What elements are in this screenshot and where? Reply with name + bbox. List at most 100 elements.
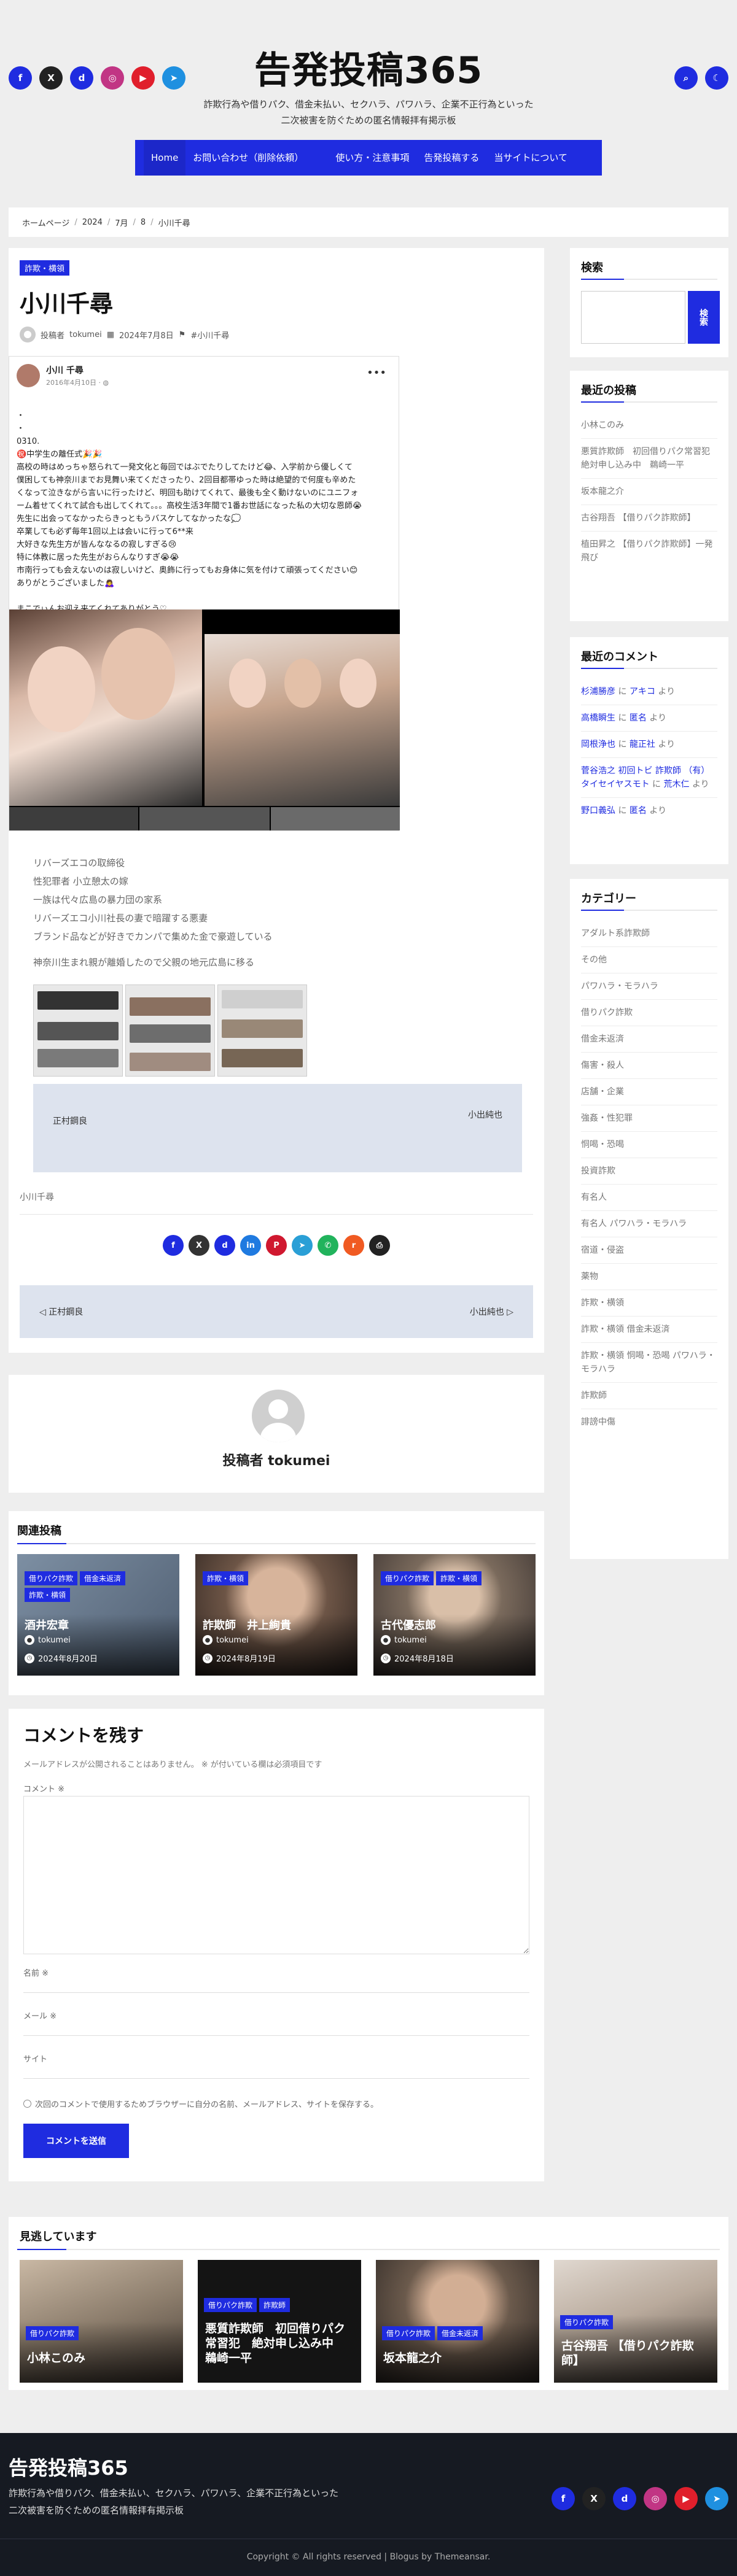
comment-post-link[interactable]: 匿名 [630, 806, 647, 816]
related-post-title[interactable]: 酒井宏章 [25, 1617, 69, 1633]
site-field[interactable] [23, 2078, 529, 2079]
missed-post-title[interactable]: 悪質詐欺師 初回借りパク常習犯 絶対申し込み中 鵜崎一平 [205, 2321, 353, 2365]
next-post-link[interactable]: 小出純也 [468, 1110, 502, 1120]
category-link[interactable]: 傷害・殺人 [581, 1053, 717, 1079]
facebook-share-icon[interactable]: f [163, 1235, 184, 1256]
submit-comment-button[interactable]: コメントを送信 [23, 2124, 129, 2158]
nav-item-about[interactable]: 当サイトについて [486, 140, 575, 176]
comment-author-link[interactable]: 杉浦勝彦 [581, 687, 615, 697]
category-link[interactable]: 詐欺師 [581, 1383, 717, 1409]
prev-post-link[interactable]: 正村鋼良 [53, 1116, 87, 1126]
related-post-card[interactable]: 借りパク詐欺 借金未返済 詐欺・横領 酒井宏章 ● tokumei ◷ 2024年8… [17, 1554, 179, 1676]
discord-icon[interactable]: d [613, 2487, 636, 2510]
post-tag-link[interactable]: #小川千尋 [190, 329, 229, 341]
breadcrumb-year[interactable]: 2024 [82, 218, 103, 227]
related-post-author[interactable]: tokumei [38, 1636, 71, 1645]
site-title[interactable]: 告発投稿365 [0, 41, 737, 94]
category-link[interactable]: 宿道・侵盗 [581, 1237, 717, 1264]
recent-post-link[interactable]: 悪質詐欺師 初回借りパク常習犯 絶対申し込み中 鵜崎一平 [581, 439, 719, 479]
related-post-tag[interactable]: 詐欺・横領 [25, 1588, 71, 1602]
reddit-share-icon[interactable]: r [343, 1235, 364, 1256]
category-link[interactable]: 店舗・企業 [581, 1079, 717, 1105]
related-post-card[interactable]: 借りパク詐欺 詐欺・横領 古代優志郎 ● tokumei ◷ 2024年8月18日 [373, 1554, 536, 1676]
missed-post-tag[interactable]: 借りパク詐欺 [204, 2298, 257, 2312]
related-post-title[interactable]: 詐欺師 井上絢貴 [203, 1617, 291, 1633]
footer-title[interactable]: 告発投稿365 [9, 2453, 128, 2481]
comment-author-link[interactable]: 高橋瞬生 [581, 713, 615, 723]
missed-post-tag[interactable]: 借りパク詐欺 [26, 2326, 79, 2340]
category-link[interactable]: 誹謗中傷 [581, 1409, 717, 1435]
author-box-name[interactable]: 投稿者 tokumei [9, 1450, 544, 1469]
breadcrumb-month[interactable]: 7月 [115, 217, 128, 228]
related-post-tag[interactable]: 詐欺・横領 [436, 1571, 482, 1585]
related-post-tag[interactable]: 借りパク詐欺 [381, 1571, 434, 1585]
facebook-icon[interactable]: f [552, 2487, 575, 2510]
related-post-card[interactable]: 詐欺・横領 詐欺師 井上絢貴 ● tokumei ◷ 2024年8月19日 [195, 1554, 357, 1676]
missed-post-card[interactable]: 借りパク詐欺 詐欺師 悪質詐欺師 初回借りパク常習犯 絶対申し込み中 鵜崎一平 [198, 2260, 361, 2383]
missed-post-title[interactable]: 小林このみ [27, 2351, 85, 2365]
post-date[interactable]: 2024年7月8日 [119, 329, 174, 341]
related-post-title[interactable]: 古代優志郎 [381, 1617, 436, 1633]
breadcrumb-home[interactable]: ホームページ [22, 217, 69, 228]
related-post-date[interactable]: 2024年8月18日 [394, 1652, 454, 1664]
category-link[interactable]: 詐欺・横領 恫喝・恐喝 パワハラ・モラハラ [581, 1343, 717, 1383]
post-category-tag[interactable]: 詐欺・横領 [20, 260, 70, 276]
missed-post-tag[interactable]: 借金未返済 [437, 2326, 483, 2340]
comment-textarea[interactable] [23, 1796, 529, 1954]
related-post-author[interactable]: tokumei [394, 1636, 427, 1645]
category-link[interactable]: 借金未返済 [581, 1026, 717, 1053]
name-field[interactable] [23, 1992, 529, 1993]
telegram-share-icon[interactable]: ➤ [292, 1235, 313, 1256]
category-link[interactable]: 投資詐欺 [581, 1158, 717, 1185]
category-link[interactable]: 恫喝・恐喝 [581, 1132, 717, 1158]
related-post-author[interactable]: tokumei [216, 1636, 249, 1645]
category-link[interactable]: パワハラ・モラハラ [581, 973, 717, 1000]
comment-author-link[interactable]: 野口義弘 [581, 806, 615, 816]
dark-mode-toggle-icon[interactable]: ☾ [705, 66, 728, 90]
comment-post-link[interactable]: アキコ [630, 687, 655, 697]
category-link[interactable]: その他 [581, 947, 717, 973]
recent-post-link[interactable]: 植田昇之 【借りパク詐欺師】一発飛び [581, 532, 717, 571]
instagram-icon[interactable]: ◎ [644, 2487, 667, 2510]
save-info-checkbox[interactable] [23, 2100, 31, 2108]
category-link[interactable]: 借りパク詐欺 [581, 1000, 717, 1026]
nav-item-home[interactable]: Home [144, 140, 186, 176]
related-post-tag[interactable]: 詐欺・横領 [203, 1571, 249, 1585]
x-share-icon[interactable]: X [189, 1235, 209, 1256]
nav-item-submit[interactable]: 告発投稿する [416, 140, 486, 176]
x-icon[interactable]: X [582, 2487, 606, 2510]
related-post-date[interactable]: 2024年8月20日 [38, 1652, 98, 1664]
discord-share-icon[interactable]: d [214, 1235, 235, 1256]
comment-post-link[interactable]: 荒木仁 [664, 779, 690, 789]
recent-post-link[interactable]: 坂本龍之介 [581, 479, 717, 505]
youtube-icon[interactable]: ▶ [674, 2487, 698, 2510]
missed-post-card[interactable]: 借りパク詐欺 古谷翔吾 【借りパク詐欺師】 [554, 2260, 717, 2383]
category-link[interactable]: アダルト系詐欺師 [581, 921, 717, 947]
related-post-tag[interactable]: 借りパク詐欺 [25, 1571, 78, 1585]
search-input[interactable] [581, 291, 685, 344]
category-link[interactable]: 詐欺・横領 借金未返済 [581, 1317, 717, 1343]
comment-author-link[interactable]: 菅谷浩之 初回トビ 詐欺師 （有）タイセイヤスモト [581, 766, 709, 789]
recent-post-link[interactable]: 小林このみ [581, 412, 717, 439]
related-post-date[interactable]: 2024年8月19日 [216, 1652, 276, 1664]
gallery-image[interactable] [125, 984, 215, 1077]
gallery-image[interactable] [217, 984, 307, 1077]
linkedin-share-icon[interactable]: in [240, 1235, 261, 1256]
missed-post-tag[interactable]: 借りパク詐欺 [382, 2326, 435, 2340]
whatsapp-share-icon[interactable]: ✆ [318, 1235, 338, 1256]
missed-post-title[interactable]: 古谷翔吾 【借りパク詐欺師】 [561, 2338, 709, 2368]
comment-author-link[interactable]: 岡根浄也 [581, 740, 615, 749]
telegram-icon[interactable]: ➤ [705, 2487, 728, 2510]
category-link[interactable]: 有名人 [581, 1185, 717, 1211]
comment-post-link[interactable]: 匿名 [630, 713, 647, 723]
search-button[interactable]: 検索 [688, 291, 720, 344]
post-author-link[interactable]: tokumei [69, 330, 102, 339]
gallery-image[interactable] [33, 984, 123, 1077]
post-bottom-tag[interactable]: 小川千尋 [20, 1191, 54, 1203]
category-link[interactable]: 薬物 [581, 1264, 717, 1290]
print-share-icon[interactable]: ⎙ [369, 1235, 390, 1256]
missed-post-title[interactable]: 坂本龍之介 [383, 2351, 442, 2365]
email-field[interactable] [23, 2035, 529, 2036]
prev-post-button[interactable]: ◁ 正村鋼良 [39, 1305, 83, 1318]
breadcrumb-day[interactable]: 8 [141, 218, 146, 227]
